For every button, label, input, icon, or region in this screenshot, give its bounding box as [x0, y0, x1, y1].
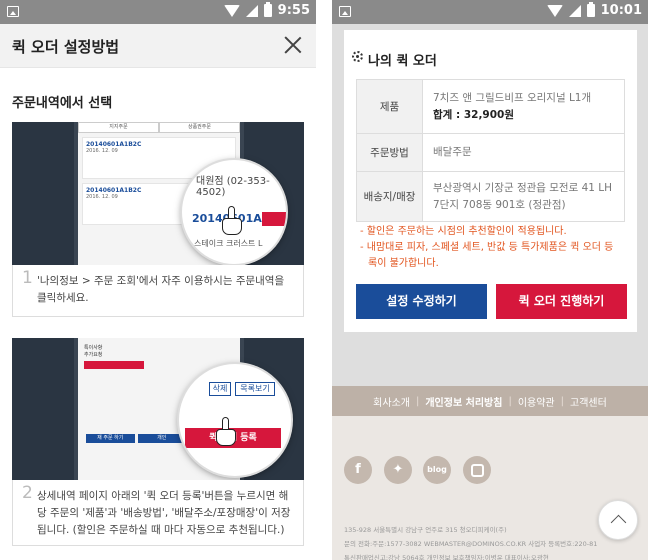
- step1-caption: 1 '나의정보 > 주문 조회'에서 자주 이용하시는 주문내역을 클릭하세요.: [12, 265, 304, 317]
- edit-settings-button[interactable]: 설정 수정하기: [356, 284, 487, 319]
- status-bar: 10:01: [332, 0, 648, 24]
- step-number: 1: [22, 268, 33, 288]
- image-notification-icon: [7, 6, 19, 17]
- image-notification-icon: [339, 6, 351, 17]
- row-value: 부산광역시 기장군 정관읍 모전로 41 LH 7단지 708동 901호 (정…: [422, 171, 625, 222]
- status-time: 9:55: [277, 3, 310, 18]
- mini-reorder-button: 재 주문 하기: [86, 434, 135, 443]
- step-number: 2: [22, 483, 33, 503]
- magnifier-store: 대원점 (02-353-4502): [196, 176, 270, 198]
- status-time: 10:01: [600, 3, 642, 18]
- wifi-icon: [223, 4, 240, 17]
- section-title: 주문내역에서 선택: [12, 96, 113, 111]
- mini-other-button: 개인: [137, 434, 186, 443]
- mini-red-bar: [84, 361, 144, 369]
- footer-link-privacy[interactable]: 개인정보 처리방침: [419, 394, 508, 409]
- step2-illustration: 특이사항 추가요청 재 주문 하기 개인 삭제 목록보기 퀵 오더 등록: [12, 338, 304, 480]
- mini-tab: 상품권주문: [159, 122, 240, 133]
- footer-registration: 통신판매업신고:강남 5064호 개인정보 보호책임자:이병윤 대표이사:오광현: [344, 554, 549, 560]
- status-bar: 9:55: [0, 0, 316, 24]
- product-total: 합계 : 32,900원: [433, 108, 515, 121]
- modal-header: 퀵 오더 설정방법: [0, 24, 316, 68]
- note-item: - 할인은 주문하는 시점의 추천할인이 적용됩니다.: [360, 226, 567, 237]
- left-screen: 9:55 퀵 오더 설정방법 주문내역에서 선택 지지주문 상품권주문 2014…: [0, 0, 316, 560]
- instagram-icon[interactable]: [463, 456, 491, 484]
- step1-text: '나의정보 > 주문 조회'에서 자주 이용하시는 주문내역을 클릭하세요.: [37, 275, 285, 304]
- footer: f ✦ blog 135-928 서울특별시 강남구 언주로 315 청오디피케…: [332, 416, 648, 560]
- card-title: 나의 퀵 오더: [368, 54, 437, 69]
- signal-icon: [568, 4, 581, 17]
- table-row: 배송지/매장 부산광역시 기장군 정관읍 모전로 41 LH 7단지 708동 …: [356, 171, 625, 222]
- right-screen: 10:01 나의 퀵 오더 제품 7치즈 앤 그릴드비프 오리지널 L1개 합계…: [332, 0, 648, 560]
- blog-icon[interactable]: blog: [423, 456, 451, 484]
- quick-order-table: 제품 7치즈 앤 그릴드비프 오리지널 L1개 합계 : 32,900원 주문방…: [356, 79, 625, 222]
- modal-title: 퀵 오더 설정방법: [12, 38, 120, 56]
- wifi-icon: [546, 4, 563, 17]
- tap-hand-icon: [216, 417, 236, 447]
- footer-link-support[interactable]: 고객센터: [564, 394, 613, 409]
- mini-tab: 지지주문: [78, 122, 159, 133]
- mini-menu-item: 추가요청: [84, 352, 103, 358]
- step2-caption: 2 상세내역 페이지 아래의 '퀵 오더 등록'버튼을 누르시면 해당 주문의 …: [12, 480, 304, 546]
- row-label: 제품: [356, 79, 423, 134]
- quick-order-card: 나의 퀵 오더 제품 7치즈 앤 그릴드비프 오리지널 L1개 합계 : 32,…: [344, 30, 637, 332]
- magnifier-item: 스테이크 크러스트 L: [194, 239, 263, 248]
- mini-order-num: 20140601A1B2C: [86, 141, 142, 148]
- mini-menu-item: 특이사항: [84, 345, 103, 351]
- table-row: 제품 7치즈 앤 그릴드비프 오리지널 L1개 합계 : 32,900원: [356, 79, 625, 134]
- row-value: 배달주문: [422, 133, 625, 172]
- mini-order-date: 2016. 12. 09: [86, 148, 118, 154]
- close-icon[interactable]: [284, 36, 302, 54]
- proceed-quick-order-button[interactable]: 퀵 오더 진행하기: [496, 284, 627, 319]
- notes: - 할인은 주문하는 시점의 추천할인이 적용됩니다. - 내맘대로 피자, 스…: [360, 224, 622, 272]
- table-row: 주문방법 배달주문: [356, 133, 625, 172]
- scroll-to-top-button[interactable]: [598, 500, 638, 540]
- battery-icon: [263, 2, 272, 17]
- facebook-icon[interactable]: f: [344, 456, 372, 484]
- footer-links: 회사소개 | 개인정보 처리방침 | 이용약관 | 고객센터: [332, 386, 648, 416]
- step1-illustration: 지지주문 상품권주문 20140601A1B2C 2016. 12. 09 20…: [12, 122, 304, 265]
- battery-icon: [586, 2, 595, 17]
- footer-link-company[interactable]: 회사소개: [367, 394, 416, 409]
- row-value: 7치즈 앤 그릴드비프 오리지널 L1개 합계 : 32,900원: [422, 79, 625, 134]
- step2-text: 상세내역 페이지 아래의 '퀵 오더 등록'버튼을 누르시면 해당 주문의 '제…: [37, 490, 291, 536]
- screen-gap: [316, 0, 332, 560]
- magnifier-delete: 삭제: [209, 382, 231, 396]
- row-label: 배송지/매장: [356, 171, 423, 222]
- twitter-icon[interactable]: ✦: [384, 456, 412, 484]
- note-item: - 내맘대로 피자, 스페셜 세트, 반값 등 특가제품은 퀵 오더 등록이 불…: [360, 242, 614, 269]
- row-label: 주문방법: [356, 133, 423, 172]
- footer-link-terms[interactable]: 이용약관: [512, 394, 561, 409]
- product-name: 7치즈 앤 그릴드비프 오리지널 L1개: [433, 91, 592, 104]
- gear-icon: [352, 51, 363, 62]
- signal-icon: [245, 4, 258, 17]
- tap-hand-icon: [222, 206, 242, 236]
- magnifier-badge: [262, 212, 286, 226]
- magnifier-list: 목록보기: [235, 382, 275, 396]
- footer-contact: 문의 전화:주문:1577-3082 WEBMASTER@DOMINOS.CO.…: [344, 540, 598, 548]
